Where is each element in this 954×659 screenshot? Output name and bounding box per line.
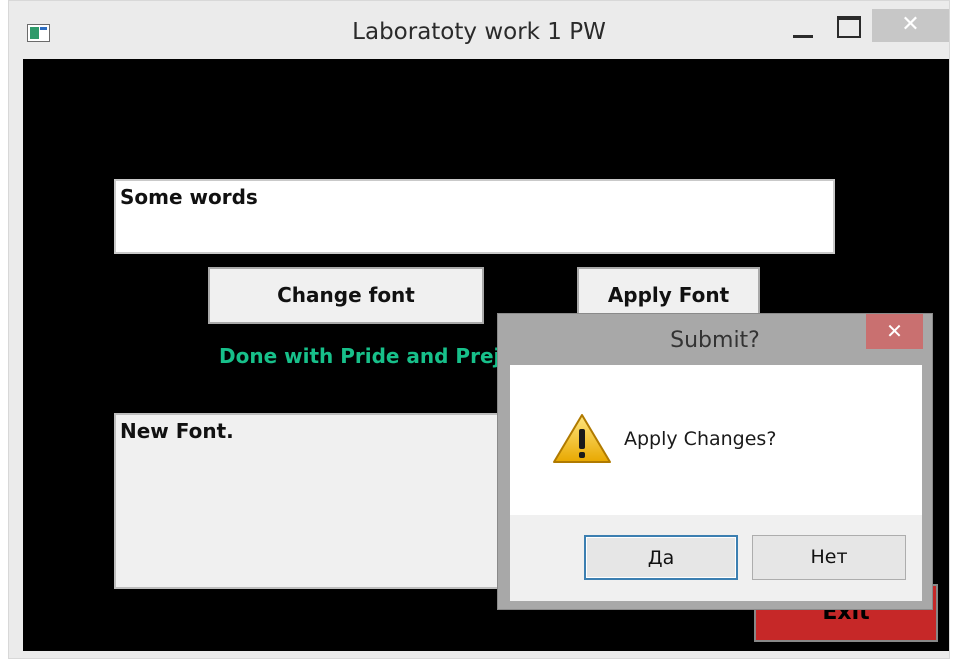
output-textbox[interactable]: New Font. [114,413,509,589]
dialog-body: Apply Changes? [510,365,922,515]
status-label: Done with Pride and Prejudice [219,344,519,368]
yes-button[interactable]: Да [584,535,738,580]
dialog-close-button[interactable]: ✕ [866,314,923,349]
maximize-button[interactable] [835,11,861,38]
minimize-button[interactable] [791,17,815,41]
title-bar[interactable]: Laboratoty work 1 PW ✕ [9,1,949,59]
input-textbox[interactable]: Some words [114,179,835,254]
no-button[interactable]: Нет [752,535,906,580]
dialog-footer: Да Нет [510,515,922,601]
dialog-message: Apply Changes? [624,428,777,450]
change-font-button[interactable]: Change font [208,267,484,324]
warning-icon [553,414,611,463]
submit-dialog: Submit? ✕ Apply Changes? Да Нет [497,313,933,610]
close-button[interactable]: ✕ [872,9,949,42]
